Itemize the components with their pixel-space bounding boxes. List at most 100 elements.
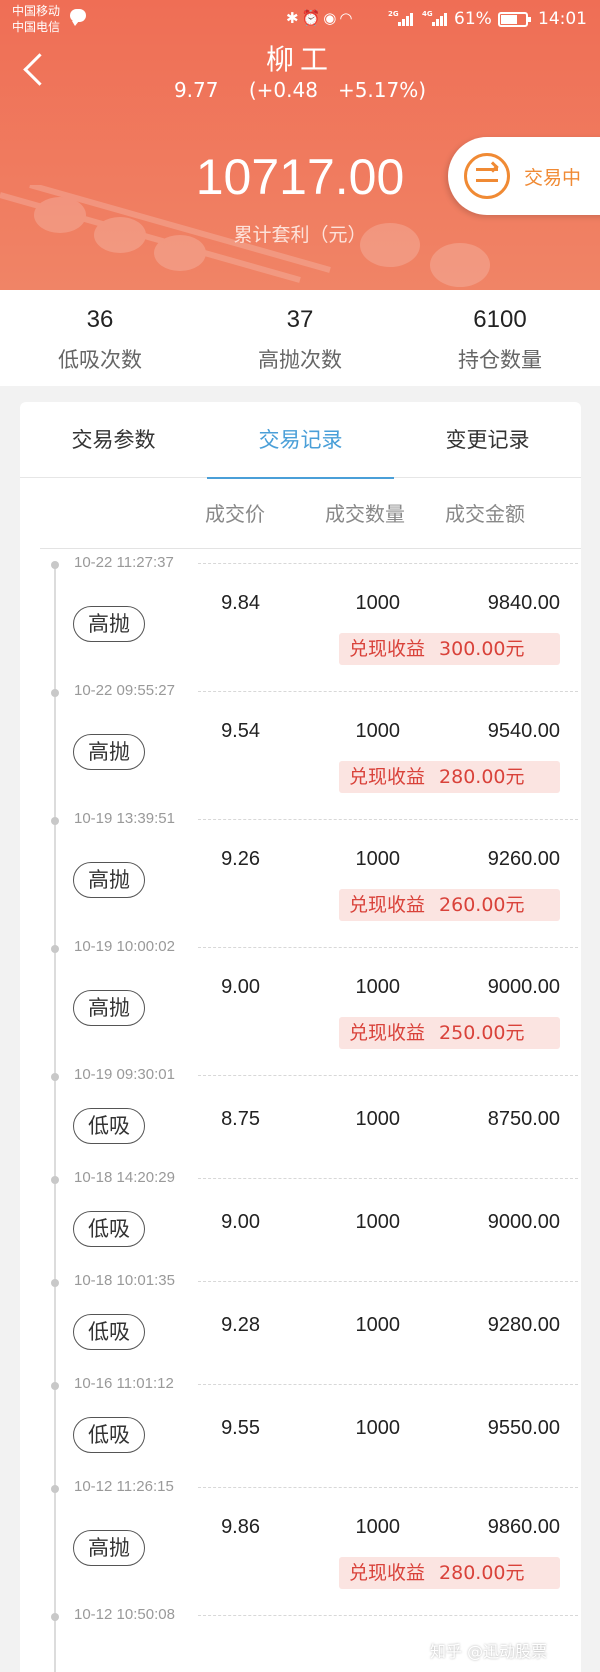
- record-divider: [198, 947, 578, 948]
- record-divider: [198, 1615, 578, 1616]
- record-qty: 1000: [355, 1516, 401, 1538]
- record-price: 9.54: [221, 720, 260, 742]
- stat-label: 持仓数量: [458, 348, 542, 372]
- record-qty: 1000: [355, 1211, 401, 1233]
- record-profit-badge: 兑现收益 280.00元: [339, 1557, 560, 1589]
- record-type-tag: 低吸: [73, 1314, 145, 1350]
- stat-value: 6100: [473, 306, 527, 333]
- record-qty: 1000: [355, 1417, 401, 1439]
- record-profit-badge: 兑现收益 260.00元: [339, 889, 560, 921]
- record-type-tag: 高抛: [73, 734, 145, 770]
- record-qty: 1000: [355, 848, 401, 870]
- stat-low-buy-count: 36 低吸次数: [0, 290, 200, 386]
- record-amount: 9550.00: [487, 1417, 560, 1439]
- timeline-dot: [51, 817, 59, 825]
- stats-bar: 36 低吸次数 37 高抛次数 6100 持仓数量: [0, 290, 600, 386]
- exchange-icon: [464, 153, 510, 199]
- record-profit-badge: 兑现收益 250.00元: [339, 1017, 560, 1049]
- records-card: 交易参数 交易记录 变更记录 成交价 成交数量 成交金额 10-22 11:27…: [20, 402, 581, 1672]
- record-amount: 9840.00: [487, 592, 560, 614]
- record-amount: 9540.00: [487, 720, 560, 742]
- timeline-dot: [51, 1382, 59, 1390]
- bluetooth-icon: ✱: [286, 9, 302, 27]
- record-profit-badge: 兑现收益 300.00元: [339, 633, 560, 665]
- column-header-qty: 成交数量: [325, 502, 405, 526]
- carrier-1: 中国移动: [12, 4, 61, 18]
- stat-position-qty: 6100 持仓数量: [400, 290, 600, 386]
- timeline-dot: [51, 1176, 59, 1184]
- record-price: 9.28: [221, 1314, 260, 1336]
- record-price: 9.84: [221, 592, 260, 614]
- signal-2g-icon: [398, 12, 414, 26]
- record-price: 9.55: [221, 1417, 260, 1439]
- timeline-line: [54, 562, 56, 1672]
- watermark: 知乎 @迅动股票: [430, 1642, 548, 1661]
- timeline-dot: [51, 689, 59, 697]
- profit-value: 250.00元: [439, 1022, 525, 1044]
- profit-prefix: 兑现收益: [349, 766, 426, 788]
- record-time: 10-12 10:50:08: [74, 1606, 175, 1623]
- record-divider: [198, 1487, 578, 1488]
- eye-icon: ◉: [323, 9, 340, 27]
- carrier-2: 中国电信: [12, 20, 61, 34]
- record-amount: 9860.00: [487, 1516, 560, 1538]
- profit-value: 300.00元: [439, 638, 525, 660]
- record-price: 9.00: [221, 1211, 260, 1233]
- record-divider: [198, 691, 578, 692]
- record-type-tag: 低吸: [73, 1211, 145, 1247]
- record-amount: 8750.00: [487, 1108, 560, 1130]
- tab-trade-params[interactable]: 交易参数: [20, 402, 207, 478]
- record-profit-badge: 兑现收益 280.00元: [339, 761, 560, 793]
- record-price: 9.00: [221, 976, 260, 998]
- battery-icon: [498, 12, 531, 27]
- timeline-dot: [51, 1279, 59, 1287]
- stat-high-sell-count: 37 高抛次数: [200, 290, 400, 386]
- tab-change-records[interactable]: 变更记录: [394, 402, 581, 478]
- record-price: 9.26: [221, 848, 260, 870]
- record-price: 8.75: [221, 1108, 260, 1130]
- trade-status-button[interactable]: 交易中: [448, 137, 600, 215]
- header-banner: 中国移动 中国电信 ✱⏰◉◠ 2G 4G 61% 14:01 柳工 9.77 (…: [0, 0, 600, 290]
- record-type-tag: 高抛: [73, 1530, 145, 1566]
- record-type-tag: 高抛: [73, 862, 145, 898]
- record-time: 10-19 10:00:02: [74, 938, 175, 955]
- record-divider: [198, 819, 578, 820]
- timeline-dot: [51, 561, 59, 569]
- record-divider: [198, 1281, 578, 1282]
- message-icon: [70, 9, 86, 26]
- timeline-dot: [51, 1613, 59, 1621]
- record-divider: [198, 1178, 578, 1179]
- profit-value: 260.00元: [439, 894, 525, 916]
- record-divider: [198, 1384, 578, 1385]
- profit-value: 280.00元: [439, 1562, 525, 1584]
- profit-prefix: 兑现收益: [349, 894, 426, 916]
- record-qty: 1000: [355, 976, 401, 998]
- record-divider: [198, 563, 578, 564]
- tab-bar: 交易参数 交易记录 变更记录: [20, 402, 581, 479]
- header-divider: [40, 548, 581, 549]
- trade-status-label: 交易中: [524, 167, 582, 189]
- alarm-icon: ⏰: [301, 9, 324, 27]
- column-header-amount: 成交金额: [445, 502, 525, 526]
- record-qty: 1000: [355, 1108, 401, 1130]
- record-qty: 1000: [355, 592, 401, 614]
- record-time: 10-12 11:26:15: [74, 1478, 174, 1495]
- record-amount: 9000.00: [487, 976, 560, 998]
- record-time: 10-18 14:20:29: [74, 1169, 175, 1186]
- tab-trade-records[interactable]: 交易记录: [207, 402, 394, 479]
- stock-name: 柳工: [265, 43, 334, 76]
- record-amount: 9280.00: [487, 1314, 560, 1336]
- stat-label: 高抛次数: [258, 348, 342, 372]
- cumulative-profit-label: 累计套利（元）: [233, 224, 367, 246]
- stat-value: 36: [86, 306, 114, 333]
- profit-value: 280.00元: [439, 766, 525, 788]
- timeline-dot: [51, 1073, 59, 1081]
- stock-change-percent: +5.17%): [337, 78, 427, 102]
- profit-prefix: 兑现收益: [349, 638, 426, 660]
- carrier-info: 中国移动 中国电信: [12, 3, 60, 35]
- record-type-tag: 低吸: [73, 1417, 145, 1453]
- status-bar: 中国移动 中国电信 ✱⏰◉◠ 2G 4G 61% 14:01: [0, 0, 600, 42]
- timeline-dot: [51, 1485, 59, 1493]
- record-time: 10-22 09:55:27: [74, 682, 175, 699]
- stat-value: 37: [286, 306, 314, 333]
